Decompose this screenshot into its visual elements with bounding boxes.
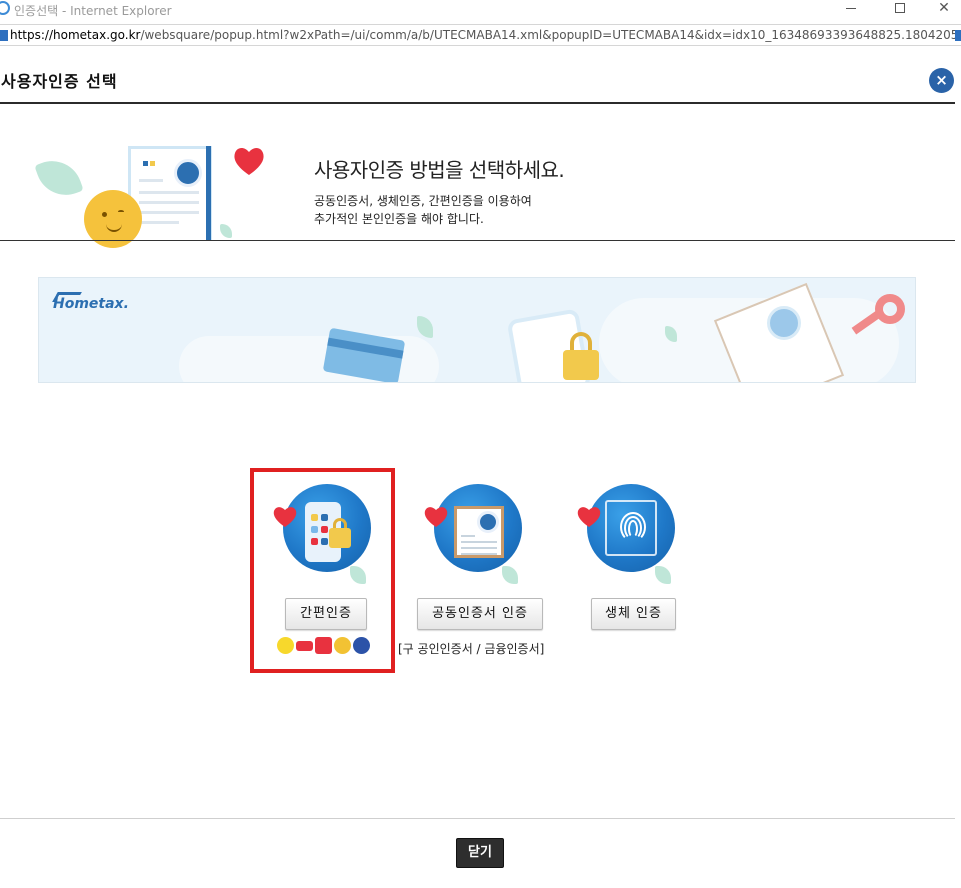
address-bar[interactable]: https://hometax.go.kr/websquare/popup.ht… [0,24,961,46]
ie-logo-icon [0,1,10,15]
intro-description-line-1: 공동인증서, 생체인증, 간편인증을 이용하여 [314,194,532,208]
leaf-icon [417,316,433,338]
biometric-auth-button[interactable]: 생체 인증 [591,598,676,630]
illustration-strip [206,146,211,241]
close-button[interactable]: 닫기 [456,838,504,868]
url-host: https://hometax.go.kr [10,28,141,42]
leaf-icon [34,152,84,204]
window-title: 인증선택 - Internet Explorer [14,4,172,18]
maximize-icon [895,3,905,13]
leaf-icon [220,224,232,238]
certificate-note: [구 공인인증서 / 금융인증서] [398,642,545,656]
popup-close-button[interactable]: × [929,68,954,93]
site-icon [0,30,8,41]
window-titlebar: 인증선택 - Internet Explorer ✕ [0,0,961,22]
minimize-icon [846,7,856,9]
intro-description-line-2: 추가적인 본인인증을 해야 합니다. [314,212,484,226]
heart-icon [424,507,448,527]
key-icon [875,294,905,324]
url-path: /websquare/popup.html?w2xPath=/ui/comm/a… [140,28,955,42]
url-text[interactable]: https://hometax.go.kr/websquare/popup.ht… [10,28,955,42]
seal-icon [174,159,202,187]
popup-title: 사용자인증 선택 [1,72,118,91]
hometax-logo: Hometax. [53,296,129,312]
lock-icon[interactable] [955,30,961,41]
certificate-auth-button[interactable]: 공동인증서 인증 [417,598,543,630]
certificate-icon [454,506,504,558]
heart-icon [234,147,264,175]
simple-auth-highlight [250,468,395,673]
seal-icon [767,306,801,340]
padlock-icon [563,350,599,380]
intro-divider [0,240,955,241]
header-divider [0,102,955,104]
minimize-button[interactable] [831,0,871,20]
window-close-button[interactable]: ✕ [924,0,961,20]
heart-icon [577,507,601,527]
leaf-icon [502,566,518,584]
intro-heading: 사용자인증 방법을 선택하세요. [314,158,565,182]
seal-icon [477,511,499,533]
hometax-banner: Hometax. [38,277,916,383]
leaf-icon [655,566,671,584]
maximize-button[interactable] [880,0,920,20]
fingerprint-icon [605,500,657,556]
close-icon: × [935,71,948,89]
footer-divider [0,818,955,819]
